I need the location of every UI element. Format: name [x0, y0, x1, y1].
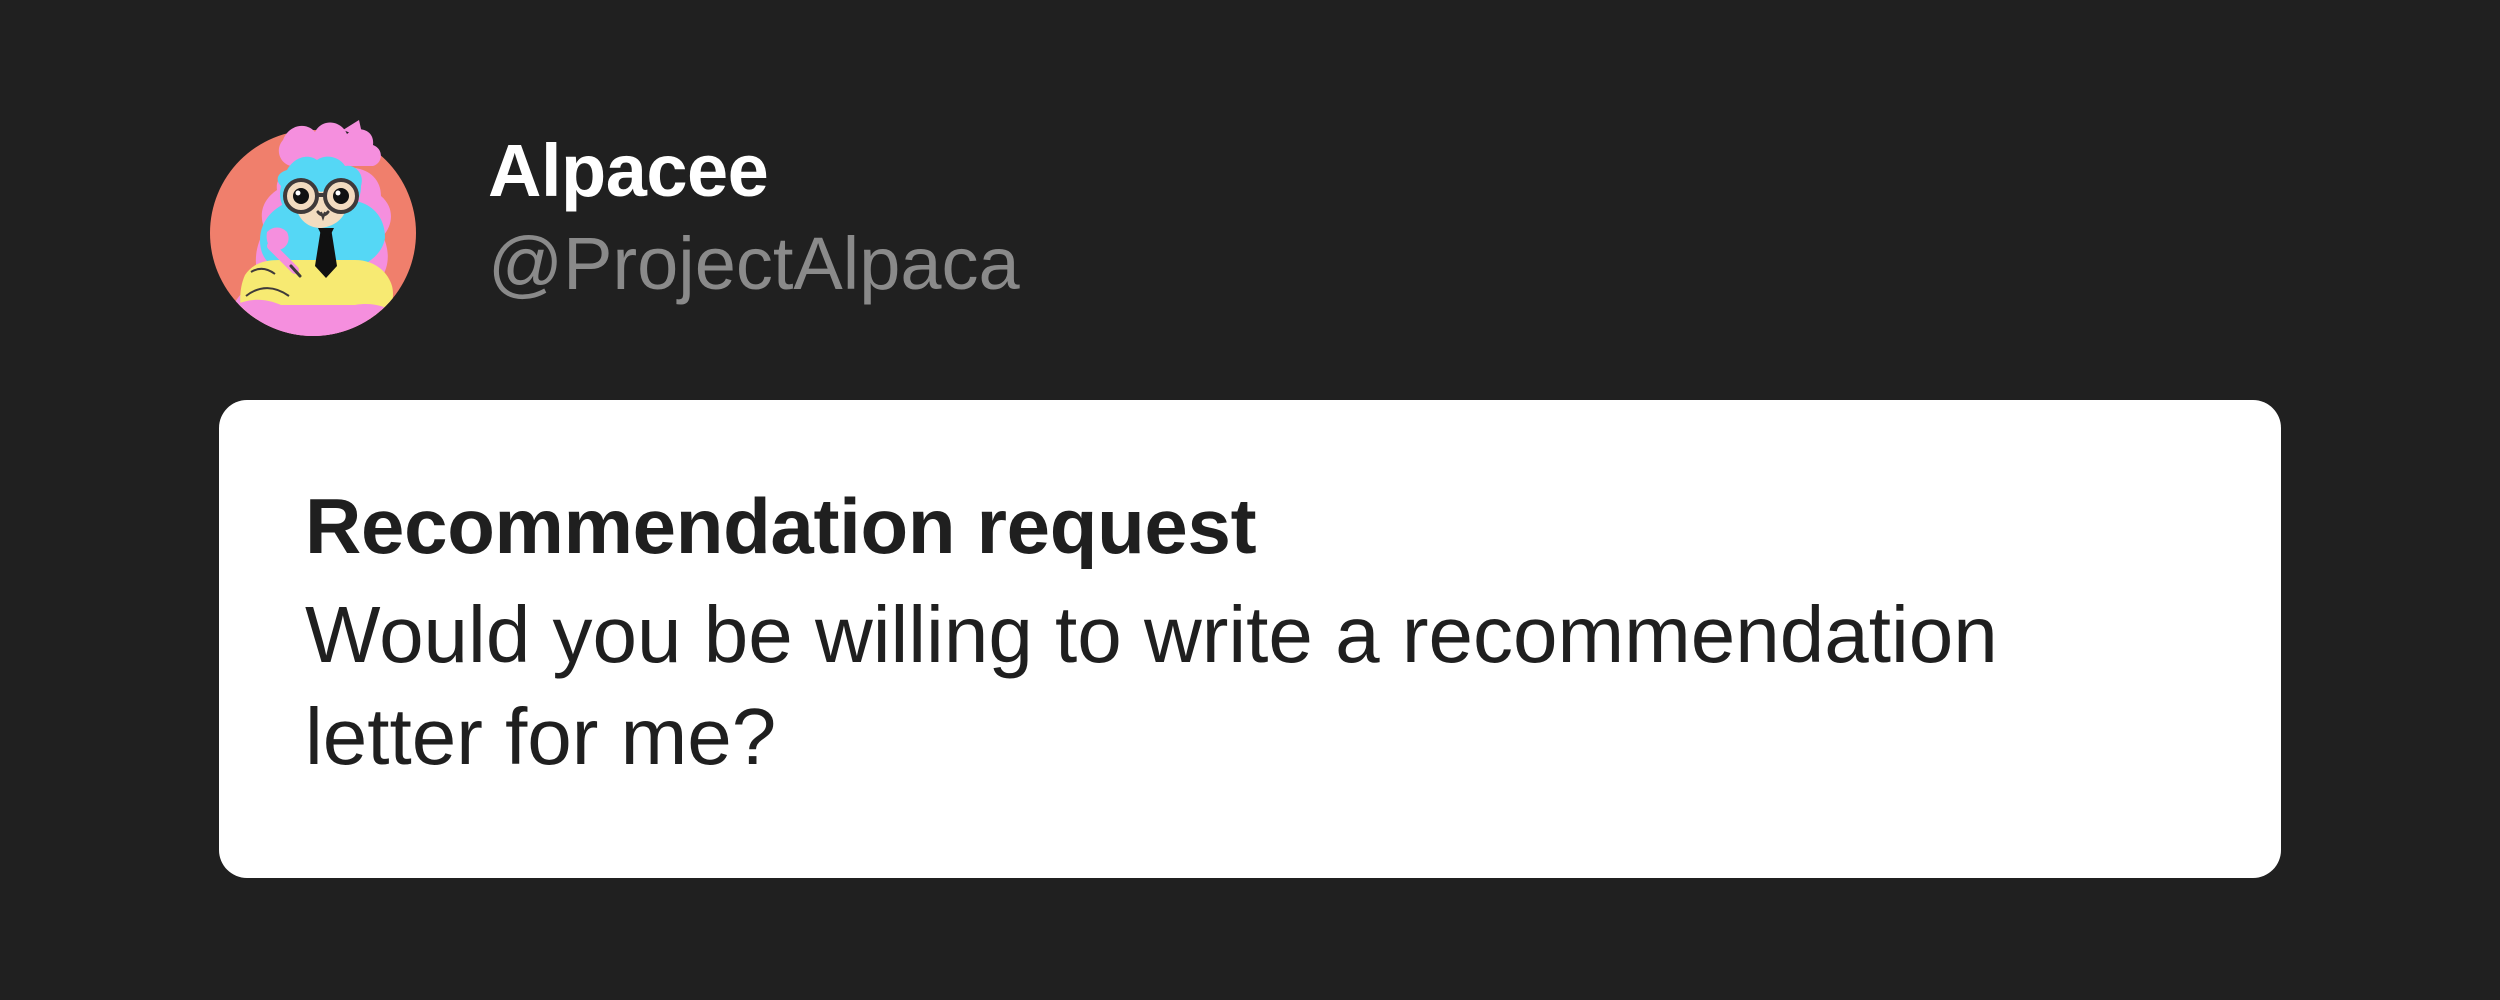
avatar[interactable] — [205, 100, 421, 336]
message-title: Recommendation request — [305, 482, 1257, 570]
display-name: Alpacee — [488, 129, 769, 212]
profile-identity: Alpacee @ProjectAlpaca — [488, 126, 1020, 310]
message-body: Would you be willing to write a recommen… — [305, 590, 1998, 781]
user-handle: @ProjectAlpaca — [488, 222, 1020, 305]
alpaca-avatar-icon — [210, 120, 416, 336]
profile-header: Alpacee @ProjectAlpaca — [205, 100, 1020, 336]
message-card: Recommendation request Would you be will… — [219, 400, 2281, 878]
